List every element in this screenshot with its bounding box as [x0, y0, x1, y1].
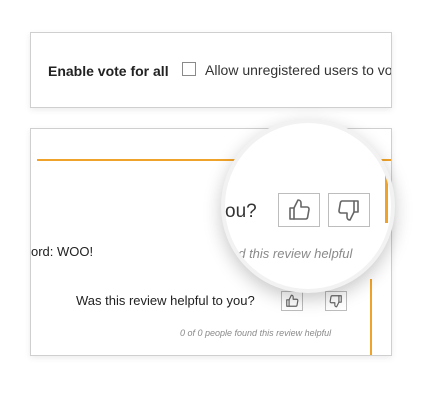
enable-vote-label: Enable vote for all — [48, 63, 169, 79]
allow-unregistered-checkbox[interactable] — [182, 62, 196, 76]
magnified-helpful-count: nd this review helpful — [231, 246, 353, 261]
orange-divider-right — [370, 279, 372, 355]
magnified-upvote-button[interactable] — [278, 193, 320, 227]
review-text: ord: WOO! — [31, 244, 94, 259]
helpful-question: Was this review helpful to you? — [76, 293, 255, 308]
thumbs-down-icon — [329, 294, 343, 308]
magnified-downvote-button[interactable] — [328, 193, 370, 227]
upvote-button[interactable] — [281, 291, 303, 311]
magnifier-lens: ou? nd this review helpful — [221, 119, 395, 293]
thumbs-down-icon — [337, 198, 361, 222]
magnified-helpful-question: ou? — [225, 201, 257, 222]
thumbs-up-icon — [285, 294, 299, 308]
helpful-count: 0 of 0 people found this review helpful — [180, 328, 332, 338]
vote-settings-panel: Enable vote for all Allow unregistered u… — [30, 32, 392, 108]
allow-unregistered-label[interactable]: Allow unregistered users to vot — [205, 62, 391, 78]
downvote-button[interactable] — [325, 291, 347, 311]
magnified-orange-divider — [385, 123, 388, 223]
thumbs-up-icon — [287, 198, 311, 222]
